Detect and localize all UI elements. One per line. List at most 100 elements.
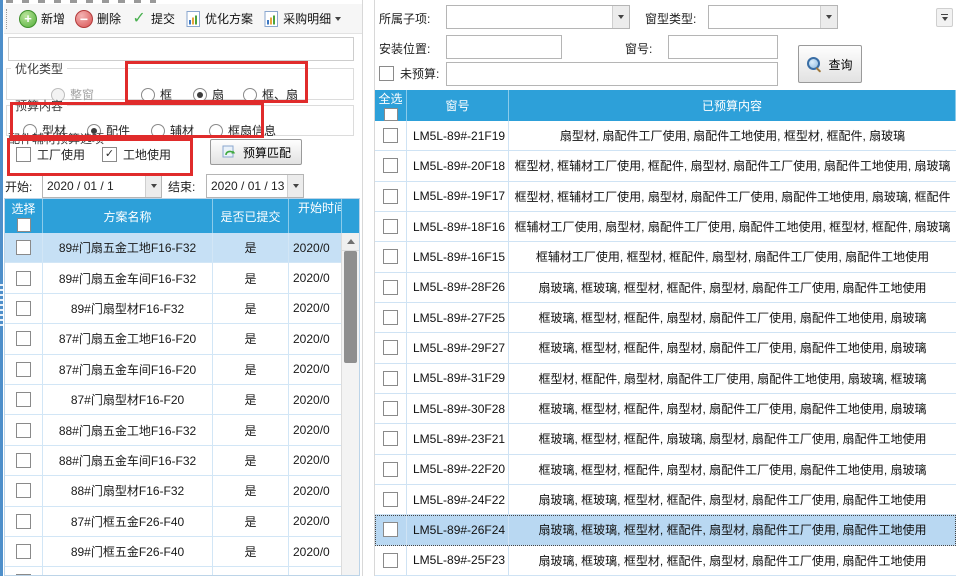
table-row[interactable]: 88#门框五金F21-F40 是 2020/0 xyxy=(5,567,342,575)
row-checkbox[interactable] xyxy=(383,128,398,143)
submitted-cell: 是 xyxy=(213,507,289,536)
budgeted-content-cell: 框型材, 框辅材工厂使用, 框配件, 扇型材, 扇配件工厂使用, 扇配件工地使用… xyxy=(509,151,956,180)
table-row[interactable]: 88#门扇五金车间F16-F32 是 2020/0 xyxy=(5,446,342,476)
table-row[interactable]: LM5L-89#-23F21 框玻璃, 框型材, 框配件, 扇玻璃, 扇型材, … xyxy=(375,424,956,454)
table-row[interactable]: LM5L-89#-21F19 扇型材, 扇配件工厂使用, 扇配件工地使用, 框型… xyxy=(375,121,956,151)
delete-button[interactable]: − 删除 xyxy=(70,7,126,31)
row-checkbox[interactable] xyxy=(16,331,31,346)
row-checkbox[interactable] xyxy=(16,423,31,438)
chevron-down-icon[interactable] xyxy=(820,6,837,28)
vertical-scrollbar[interactable] xyxy=(341,233,359,575)
plan-table-body: 89#门扇五金工地F16-F32 是 2020/0 89#门扇五金车间F16-F… xyxy=(5,233,342,575)
toolbar-overflow-button[interactable] xyxy=(936,8,953,27)
query-button-label: 查询 xyxy=(828,56,852,73)
table-row[interactable]: 89#门框五金F26-F40 是 2020/0 xyxy=(5,537,342,567)
row-checkbox[interactable] xyxy=(383,280,398,295)
table-row[interactable]: LM5L-89#-19F17 框型材, 框辅材工厂使用, 扇型材, 扇配件工厂使… xyxy=(375,182,956,212)
checkbox-unbudgeted[interactable]: 未预算: xyxy=(379,65,439,82)
table-row[interactable]: 89#门扇五金车间F16-F32 是 2020/0 xyxy=(5,263,342,293)
table-row[interactable]: LM5L-89#-28F26 扇玻璃, 框玻璃, 框型材, 框配件, 扇型材, … xyxy=(375,273,956,303)
add-button[interactable]: + 新增 xyxy=(14,7,70,31)
select-all-checkbox[interactable] xyxy=(17,218,31,232)
row-checkbox[interactable] xyxy=(383,492,398,507)
row-checkbox[interactable] xyxy=(383,431,398,446)
checkbox-factory-use[interactable]: 工厂使用 xyxy=(16,146,85,163)
table-row[interactable]: LM5L-89#-24F22 扇玻璃, 框玻璃, 框型材, 框配件, 扇型材, … xyxy=(375,485,956,515)
chevron-down-icon[interactable] xyxy=(145,175,161,197)
add-icon: + xyxy=(19,10,37,28)
row-checkbox[interactable] xyxy=(16,574,31,575)
window-no-cell: LM5L-89#-25F23 xyxy=(407,546,509,575)
submit-button[interactable]: ✓ 提交 xyxy=(126,7,180,30)
window-no-cell: LM5L-89#-18F16 xyxy=(407,212,509,241)
scrollbar-thumb[interactable] xyxy=(344,251,357,363)
row-checkbox[interactable] xyxy=(16,514,31,529)
window-type-combobox[interactable] xyxy=(708,5,838,29)
table-row[interactable]: LM5L-89#-29F27 框玻璃, 框型材, 框配件, 扇型材, 扇配件工厂… xyxy=(375,333,956,363)
plan-name-cell: 89#门扇型材F16-F32 xyxy=(43,294,213,323)
checkbox-site-use[interactable]: ✓ 工地使用 xyxy=(102,146,171,163)
row-checkbox[interactable] xyxy=(383,553,398,568)
end-date-picker[interactable]: 2020 / 01 / 13 xyxy=(206,174,304,198)
row-checkbox[interactable] xyxy=(16,544,31,559)
window-no-cell: LM5L-89#-28F26 xyxy=(407,273,509,302)
budgeted-content-cell: 框型材, 框辅材工厂使用, 扇型材, 扇配件工厂使用, 扇配件工地使用, 扇玻璃… xyxy=(509,182,956,211)
table-row[interactable]: 88#门扇型材F16-F32 是 2020/0 xyxy=(5,476,342,506)
row-checkbox[interactable] xyxy=(383,522,398,537)
row-checkbox[interactable] xyxy=(16,483,31,498)
splitter-grip[interactable] xyxy=(0,284,3,328)
radio-frame-sash-info[interactable]: 框扇信息 xyxy=(209,122,276,139)
row-checkbox[interactable] xyxy=(16,301,31,316)
search-icon xyxy=(807,57,822,72)
table-row[interactable]: 87#门框五金F26-F40 是 2020/0 xyxy=(5,507,342,537)
row-checkbox[interactable] xyxy=(383,340,398,355)
table-row[interactable]: 88#门扇五金工地F16-F32 是 2020/0 xyxy=(5,415,342,445)
report-chart-icon xyxy=(263,11,279,27)
table-row[interactable]: 87#门扇五金车间F16-F20 是 2020/0 xyxy=(5,355,342,385)
plan-filter-input[interactable] xyxy=(8,37,354,61)
table-row[interactable]: LM5L-89#-16F15 框辅材工厂使用, 框型材, 框配件, 扇型材, 扇… xyxy=(375,242,956,272)
table-row[interactable]: LM5L-89#-27F25 框玻璃, 框型材, 框配件, 扇型材, 扇配件工厂… xyxy=(375,303,956,333)
table-row[interactable]: LM5L-89#-31F29 框型材, 框配件, 扇型材, 扇配件工厂使用, 扇… xyxy=(375,364,956,394)
table-row[interactable]: LM5L-89#-20F18 框型材, 框辅材工厂使用, 框配件, 扇型材, 扇… xyxy=(375,151,956,181)
table-row[interactable]: LM5L-89#-22F20 框玻璃, 框型材, 框配件, 扇型材, 扇配件工厂… xyxy=(375,455,956,485)
end-date-label: 结束: xyxy=(168,178,195,195)
table-row[interactable]: LM5L-89#-30F28 框玻璃, 框型材, 框配件, 扇型材, 扇配件工厂… xyxy=(375,394,956,424)
header-plan-name-label: 方案名称 xyxy=(103,208,151,225)
row-checkbox[interactable] xyxy=(383,219,398,234)
scroll-up-button[interactable] xyxy=(342,233,359,251)
table-row[interactable]: 89#门扇型材F16-F32 是 2020/0 xyxy=(5,294,342,324)
row-checkbox[interactable] xyxy=(383,158,398,173)
sub-item-combobox[interactable] xyxy=(446,5,630,29)
table-row[interactable]: 87#门扇五金工地F16-F20 是 2020/0 xyxy=(5,324,342,354)
row-checkbox[interactable] xyxy=(16,392,31,407)
row-checkbox[interactable] xyxy=(16,271,31,286)
install-location-input[interactable] xyxy=(446,35,562,59)
table-row[interactable]: LM5L-89#-18F16 框辅材工厂使用, 扇型材, 扇配件工厂使用, 扇配… xyxy=(375,212,956,242)
row-checkbox[interactable] xyxy=(383,462,398,477)
table-row[interactable]: LM5L-89#-25F23 扇玻璃, 框玻璃, 框型材, 框配件, 扇型材, … xyxy=(375,546,956,576)
purchase-detail-button[interactable]: 采购明细 xyxy=(258,7,346,30)
row-checkbox[interactable] xyxy=(383,371,398,386)
start-date-picker[interactable]: 2020 / 01 / 1 xyxy=(42,174,162,198)
unbudgeted-input[interactable] xyxy=(446,62,778,86)
row-checkbox[interactable] xyxy=(383,189,398,204)
table-row[interactable]: 89#门扇五金工地F16-F32 是 2020/0 xyxy=(5,233,342,263)
chevron-down-icon[interactable] xyxy=(287,175,303,197)
budget-match-button[interactable]: 预算匹配 xyxy=(210,139,302,165)
table-row[interactable]: LM5L-89#-26F24 扇玻璃, 框玻璃, 框型材, 框配件, 扇型材, … xyxy=(375,515,956,545)
row-checkbox[interactable] xyxy=(383,310,398,325)
row-checkbox[interactable] xyxy=(16,362,31,377)
table-row[interactable]: 87#门扇型材F16-F20 是 2020/0 xyxy=(5,385,342,415)
row-checkbox[interactable] xyxy=(16,240,31,255)
select-all-checkbox[interactable] xyxy=(384,108,398,121)
start-date-cell: 2020/0 xyxy=(289,385,342,414)
query-button[interactable]: 查询 xyxy=(798,45,862,83)
row-checkbox[interactable] xyxy=(383,401,398,416)
radio-auxiliary[interactable]: 辅材 xyxy=(151,122,194,139)
row-checkbox[interactable] xyxy=(16,453,31,468)
row-checkbox[interactable] xyxy=(383,249,398,264)
chevron-down-icon[interactable] xyxy=(612,6,629,28)
window-no-input[interactable] xyxy=(668,35,778,59)
optimize-plan-button[interactable]: 优化方案 xyxy=(180,7,258,30)
